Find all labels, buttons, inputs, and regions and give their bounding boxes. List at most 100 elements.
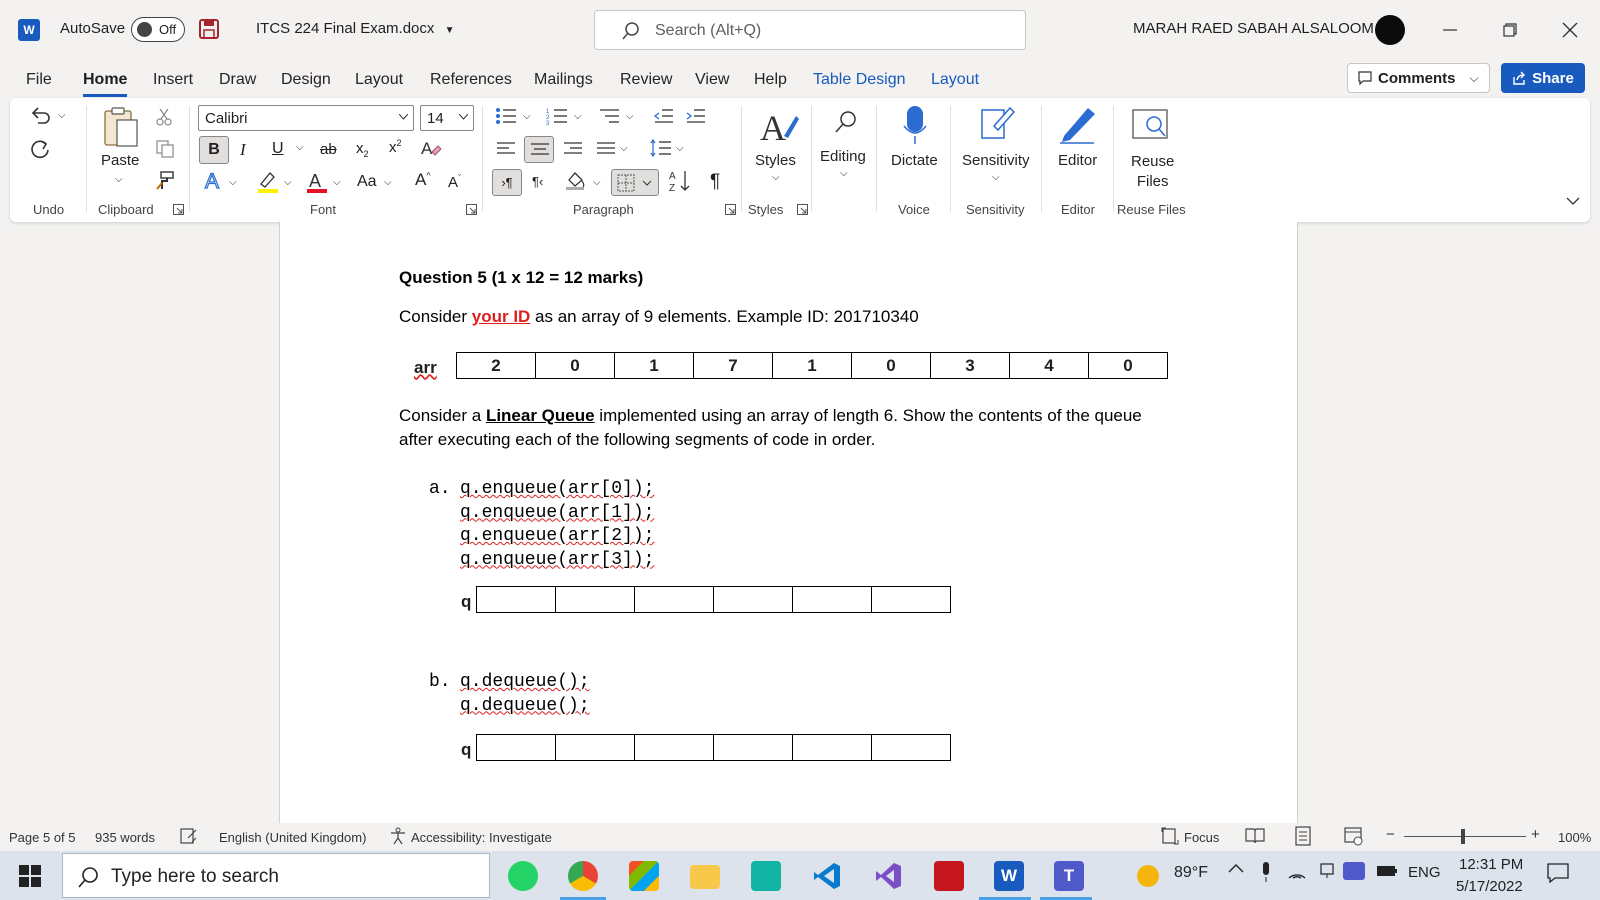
align-right-icon[interactable] (563, 141, 583, 157)
print-layout-icon[interactable] (1294, 826, 1312, 846)
search-box[interactable]: Search (Alt+Q) (594, 10, 1026, 50)
align-center-button[interactable] (524, 136, 554, 163)
tab-references[interactable]: References (430, 71, 512, 89)
arr-cell[interactable]: 3 (930, 352, 1010, 379)
chevron-down-icon[interactable]: ⌵ (992, 172, 1000, 183)
highlight-color-icon[interactable] (256, 170, 280, 194)
page-count[interactable]: Page 5 of 5 (9, 830, 76, 845)
tab-layout[interactable]: Layout (355, 71, 403, 89)
focus-button[interactable]: Focus (1184, 830, 1219, 845)
strikethrough-button[interactable]: ab (320, 141, 337, 158)
app-icon[interactable] (751, 861, 781, 891)
app-icon[interactable] (934, 861, 964, 891)
ltr-direction-button[interactable]: ›¶ (492, 169, 522, 196)
chevron-down-icon[interactable]: ⌵ (523, 111, 531, 122)
zoom-out-button[interactable]: − (1386, 826, 1395, 843)
accessibility-icon[interactable] (389, 827, 407, 845)
tab-insert[interactable]: Insert (153, 71, 193, 89)
battery-icon[interactable] (1376, 865, 1398, 877)
save-icon[interactable] (199, 19, 219, 39)
change-case-button[interactable]: Aa (357, 173, 377, 191)
dialog-launcher-icon[interactable] (173, 204, 184, 215)
avatar[interactable] (1375, 15, 1405, 45)
weather-icon[interactable] (1137, 865, 1159, 887)
rtl-direction-button[interactable]: ¶‹ (532, 174, 543, 189)
queue-cell[interactable] (713, 734, 793, 761)
chevron-up-icon[interactable] (1228, 863, 1244, 873)
chevron-down-icon[interactable]: ⌵ (676, 143, 684, 154)
copy-icon[interactable] (156, 140, 174, 158)
windows-start-icon[interactable] (19, 865, 41, 887)
tab-file[interactable]: File (26, 71, 52, 89)
queue-cell[interactable] (634, 586, 714, 613)
queue-cell[interactable] (634, 734, 714, 761)
microphone-icon[interactable] (902, 104, 928, 146)
arr-cell[interactable]: 0 (851, 352, 931, 379)
wifi-icon[interactable] (1287, 863, 1307, 879)
tab-table-design[interactable]: Table Design (813, 71, 906, 89)
chevron-down-icon[interactable]: ⌵ (229, 177, 237, 188)
zoom-in-button[interactable]: + (1531, 826, 1540, 843)
align-left-icon[interactable] (496, 141, 516, 157)
queue-cell[interactable] (476, 734, 556, 761)
weather-temp[interactable]: 89°F (1174, 864, 1208, 882)
arr-cell[interactable]: 1 (772, 352, 852, 379)
arr-cell[interactable]: 4 (1009, 352, 1089, 379)
shading-icon[interactable] (565, 170, 587, 190)
line-spacing-icon[interactable] (650, 139, 672, 157)
chevron-down-icon[interactable]: ⌵ (574, 111, 582, 122)
collapse-ribbon-icon[interactable] (1566, 197, 1580, 205)
visual-studio-icon[interactable] (873, 861, 903, 891)
tab-table-layout[interactable]: Layout (931, 71, 979, 89)
format-painter-icon[interactable] (155, 170, 175, 190)
word-taskbar-icon[interactable]: W (994, 861, 1024, 891)
cut-icon[interactable] (156, 108, 172, 126)
sensitivity-button[interactable]: Sensitivity (962, 152, 1030, 169)
web-layout-icon[interactable] (1344, 826, 1364, 846)
language[interactable]: English (United Kingdom) (219, 830, 366, 845)
zoom-slider[interactable] (1404, 836, 1526, 837)
accessibility-status[interactable]: Accessibility: Investigate (411, 830, 552, 845)
arr-cell[interactable]: 7 (693, 352, 773, 379)
comments-button[interactable]: Comments ⌵ (1347, 63, 1490, 93)
reuse-files-button[interactable]: Reuse Files (1131, 152, 1174, 192)
clock-time[interactable]: 12:31 PM (1459, 856, 1523, 873)
share-button[interactable]: Share (1501, 63, 1585, 93)
document-title[interactable]: ITCS 224 Final Exam.docx ▼ (256, 20, 454, 37)
chevron-down-icon[interactable]: ⌵ (284, 177, 292, 188)
chevron-down-icon[interactable]: ⌵ (384, 177, 392, 188)
font-name-select[interactable]: Calibri (198, 105, 414, 131)
close-button[interactable] (1555, 16, 1585, 44)
tab-help[interactable]: Help (754, 71, 787, 89)
chevron-down-icon[interactable]: ⌵ (593, 177, 601, 188)
tab-draw[interactable]: Draw (219, 71, 256, 89)
microsoft-store-icon[interactable] (629, 861, 659, 891)
sensitivity-icon[interactable] (980, 104, 1016, 144)
dialog-launcher-icon[interactable] (725, 204, 736, 215)
reuse-files-icon[interactable] (1132, 106, 1170, 142)
clock-date[interactable]: 5/17/2022 (1456, 878, 1523, 895)
find-icon[interactable] (834, 110, 858, 134)
editing-button[interactable]: Editing (820, 148, 866, 165)
chevron-down-icon[interactable]: ⌵ (115, 174, 123, 185)
word-count[interactable]: 935 words (95, 830, 155, 845)
input-language[interactable]: ENG (1408, 864, 1441, 881)
minimize-button[interactable] (1435, 16, 1465, 44)
queue-table-a[interactable] (476, 586, 951, 613)
decrease-indent-icon[interactable] (654, 107, 674, 125)
queue-cell[interactable] (792, 734, 872, 761)
chrome-icon[interactable] (568, 861, 598, 891)
bold-button[interactable]: B (199, 136, 229, 164)
queue-cell[interactable] (555, 734, 635, 761)
queue-cell[interactable] (476, 586, 556, 613)
zoom-level[interactable]: 100% (1558, 830, 1591, 845)
chevron-down-icon[interactable]: ⌵ (58, 110, 66, 121)
grow-font-button[interactable]: A^ (415, 170, 431, 190)
tab-review[interactable]: Review (620, 71, 672, 89)
redo-icon[interactable] (29, 138, 51, 160)
read-mode-icon[interactable] (1245, 827, 1265, 845)
arr-cell[interactable]: 0 (1088, 352, 1168, 379)
display-icon[interactable] (1318, 863, 1336, 879)
dialog-launcher-icon[interactable] (797, 204, 808, 215)
restore-button[interactable] (1495, 16, 1525, 44)
